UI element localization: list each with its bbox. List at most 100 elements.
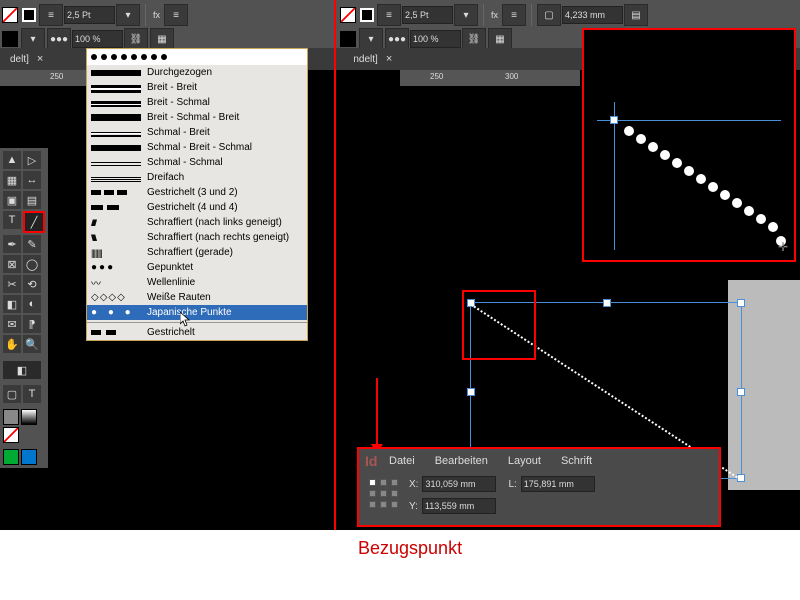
- note-tool[interactable]: ✉: [3, 315, 21, 333]
- stroke-swatch-r[interactable]: [360, 8, 374, 22]
- stroke-opt-breit-breit[interactable]: Breit - Breit: [87, 80, 307, 95]
- pencil-tool[interactable]: ✎: [23, 235, 41, 253]
- stroke-weight-input[interactable]: [64, 6, 115, 24]
- align-icon-r[interactable]: ▦: [488, 28, 512, 50]
- rectangle-frame-tool[interactable]: ⊠: [3, 255, 21, 273]
- stroke-opt-schraffiert-gerade[interactable]: ||||||||Schraffiert (gerade): [87, 245, 307, 260]
- selection-tool[interactable]: ▲: [3, 151, 21, 169]
- stroke-opt-gepunktet[interactable]: ●●●Gepunktet: [87, 260, 307, 275]
- formatting-container-icon[interactable]: ▢: [3, 385, 21, 403]
- tab-right[interactable]: ndelt]×: [343, 48, 402, 70]
- content-collector-tool[interactable]: ▣: [3, 191, 21, 209]
- x-label: X:: [409, 479, 418, 490]
- gradient-feather-tool[interactable]: ◐: [23, 295, 41, 313]
- page-tool[interactable]: ▦: [3, 171, 21, 189]
- stroke-opt-schraffiert-links[interactable]: ////////Schraffiert (nach links geneigt): [87, 215, 307, 230]
- paragraph-style-icon[interactable]: ≡: [164, 4, 188, 26]
- swatch-gray[interactable]: [3, 409, 19, 425]
- stroke-weight-stepper-r[interactable]: ≡: [377, 4, 401, 26]
- close-icon[interactable]: ×: [386, 53, 392, 65]
- transform-icon[interactable]: ▢: [537, 4, 561, 26]
- scissors-tool[interactable]: ✂: [3, 275, 21, 293]
- stroke-weight-stepper[interactable]: ≡: [39, 4, 63, 26]
- handle: [610, 116, 618, 124]
- stroke-style-dropdown-r[interactable]: ▾: [454, 4, 478, 26]
- align-icon[interactable]: ▦: [150, 28, 174, 50]
- gradient-swatch-tool[interactable]: ◧: [3, 295, 21, 313]
- fill-stroke-proxy[interactable]: ◧: [3, 361, 41, 379]
- fill-swatch-2r[interactable]: [340, 31, 356, 47]
- hand-tool[interactable]: ✋: [3, 335, 21, 353]
- pen-tool[interactable]: ✒: [3, 235, 21, 253]
- l-input[interactable]: [521, 476, 595, 492]
- stroke-opt-weisse-rauten[interactable]: ◇◇◇◇Weiße Rauten: [87, 290, 307, 305]
- direct-selection-tool[interactable]: ▷: [23, 151, 41, 169]
- eyedropper-tool[interactable]: ⁋: [23, 315, 41, 333]
- stroke-opt-gestrichelt-3-2[interactable]: Gestrichelt (3 und 2): [87, 185, 307, 200]
- scale-icon[interactable]: ▤: [624, 4, 648, 26]
- x-input[interactable]: [422, 476, 496, 492]
- stroke-opt-gestrichelt[interactable]: Gestrichelt: [87, 325, 307, 340]
- opacity-input-r[interactable]: [410, 30, 461, 48]
- stroke-opt-schmal-breit[interactable]: Schmal - Breit: [87, 125, 307, 140]
- stroke-type-icon[interactable]: ●●●: [47, 28, 71, 50]
- stroke-opt-schraffiert-rechts[interactable]: \\\\\\\\Schraffiert (nach rechts geneigt…: [87, 230, 307, 245]
- handle[interactable]: [467, 388, 475, 396]
- menu-schrift[interactable]: Schrift: [561, 455, 592, 467]
- stroke-type-icon-r[interactable]: ●●●: [385, 28, 409, 50]
- l-label: L:: [508, 479, 516, 490]
- stroke-swatch[interactable]: [22, 8, 36, 22]
- fx-label-r[interactable]: fx: [491, 10, 498, 20]
- menu-datei[interactable]: Datei: [389, 455, 415, 467]
- ruler-right: 250300: [400, 70, 580, 86]
- zoom-tool[interactable]: 🔍: [23, 335, 41, 353]
- free-transform-tool[interactable]: ⟲: [23, 275, 41, 293]
- fx-label[interactable]: fx: [153, 10, 160, 20]
- tools-panel: ▲ ▷ ▦ ↔ ▣ ▤ T ╱ ✒ ✎ ⊠ ◯ ✂ ⟲ ◧ ◐ ✉ ⁋ ✋ 🔍 …: [0, 148, 48, 468]
- annotation-label: Bezugspunkt: [358, 538, 462, 559]
- formatting-text-icon[interactable]: T: [23, 385, 41, 403]
- tab-left[interactable]: delt]×: [0, 48, 53, 70]
- y-input[interactable]: [422, 498, 496, 514]
- stroke-opt-breit-schmal-breit[interactable]: Breit - Schmal - Breit: [87, 110, 307, 125]
- stroke-opt-dreifach[interactable]: Dreifach: [87, 170, 307, 185]
- fill-swatch[interactable]: [2, 7, 18, 23]
- app-id-icon: Id: [365, 453, 377, 469]
- chain-icon[interactable]: ⛓: [124, 28, 148, 50]
- ellipse-tool[interactable]: ◯: [23, 255, 41, 273]
- gap-tool[interactable]: ↔: [23, 171, 41, 189]
- width-input[interactable]: [562, 6, 623, 24]
- stroke-opt-durchgezogen[interactable]: Durchgezogen: [87, 65, 307, 80]
- swatch-blue[interactable]: [21, 449, 37, 465]
- stroke-opt-gestrichelt-4-4[interactable]: Gestrichelt (4 und 4): [87, 200, 307, 215]
- fill-swatch-2[interactable]: [2, 31, 18, 47]
- handle[interactable]: [737, 299, 745, 307]
- line-tool[interactable]: ╱: [23, 211, 45, 233]
- stroke-opt-schmal-schmal[interactable]: Schmal - Schmal: [87, 155, 307, 170]
- handle[interactable]: [737, 388, 745, 396]
- paragraph-style-icon-r[interactable]: ≡: [502, 4, 526, 26]
- dropdown-icon[interactable]: ▾: [21, 28, 45, 50]
- close-icon[interactable]: ×: [37, 53, 43, 65]
- dropdown-icon-r[interactable]: ▾: [359, 28, 383, 50]
- chain-icon-r[interactable]: ⛓: [462, 28, 486, 50]
- swatch-green[interactable]: [3, 449, 19, 465]
- type-tool[interactable]: T: [3, 211, 21, 229]
- stroke-opt-schmal-breit-schmal[interactable]: Schmal - Breit - Schmal: [87, 140, 307, 155]
- content-placer-tool[interactable]: ▤: [23, 191, 41, 209]
- handle[interactable]: [603, 299, 611, 307]
- reference-point-proxy[interactable]: [369, 479, 399, 509]
- swatch-gradient[interactable]: [21, 409, 37, 425]
- menu-bearbeiten[interactable]: Bearbeiten: [435, 455, 488, 467]
- stroke-style-dropdown[interactable]: ▾: [116, 4, 140, 26]
- stroke-style-menu[interactable]: Durchgezogen Breit - Breit Breit - Schma…: [86, 48, 308, 341]
- swatch-none[interactable]: [3, 427, 19, 443]
- stroke-weight-input-r[interactable]: [402, 6, 453, 24]
- fill-swatch-r[interactable]: [340, 7, 356, 23]
- menu-layout[interactable]: Layout: [508, 455, 541, 467]
- stroke-opt-breit-schmal[interactable]: Breit - Schmal: [87, 95, 307, 110]
- stroke-opt-japanische-punkte[interactable]: ● ● ●Japanische Punkte: [87, 305, 307, 320]
- opacity-input[interactable]: [72, 30, 123, 48]
- y-label: Y:: [409, 501, 418, 512]
- stroke-opt-wellenlinie[interactable]: 〰Wellenlinie: [87, 275, 307, 290]
